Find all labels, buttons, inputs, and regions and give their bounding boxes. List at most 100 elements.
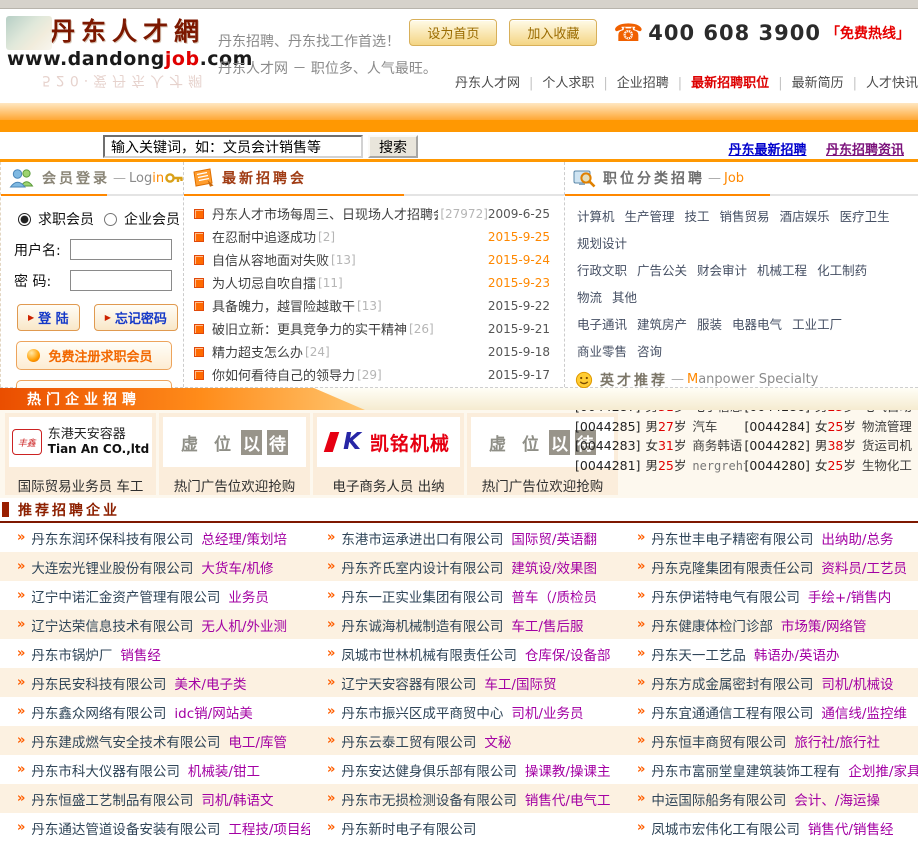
ad-tianan[interactable]: 丰鑫 东港天安容器 Tian An CO.,ltd 国际贸易业务员 车工 [5,413,156,495]
job-category-link[interactable]: 工业工厂 [792,317,842,332]
company-name[interactable]: 丹东一正实业集团有限公司 [341,586,503,606]
company-name[interactable]: 丹东宜通通信工程有限公司 [651,702,813,722]
jobfair-item[interactable]: 具备魄力，越冒险越敢干 [13] 2015-9-22 [194,294,556,317]
jobfair-item-title[interactable]: 精力超支怎么办 [212,342,303,361]
company-name[interactable]: 丹东市富丽堂皇建筑装饰工程有 [651,760,840,780]
add-favorite-button[interactable]: 加入收藏 [509,19,598,46]
jobseeker-radio-label[interactable]: 求职会员 [38,209,94,229]
talent-entry[interactable]: [0044283] 女31岁 商务韩语 [575,436,745,456]
nav-item[interactable]: 人才快讯 [844,72,918,91]
ad-vacant-caption[interactable]: 热门广告位欢迎抢购 [471,475,614,495]
company-row[interactable]: 丹东方成金属密封有限公司 司机/机械设 [620,668,918,697]
job-category-link[interactable]: 规划设计 [577,236,627,251]
job-category-link[interactable]: 建筑房产 [637,317,687,332]
job-category-link[interactable]: 计算机 [577,209,615,224]
company-jobs[interactable]: 手绘+/销售内 [808,586,891,606]
jobseeker-radio[interactable] [18,212,31,226]
job-category-link[interactable]: 化工制药 [817,263,867,278]
company-jobs[interactable]: 市场策/网络管 [781,615,867,635]
company-jobs[interactable]: 旅行社/旅行社 [794,731,880,751]
company-jobs[interactable]: 建筑设/效果图 [511,557,597,577]
job-category-link[interactable]: 生产管理 [625,209,675,224]
ad-tianan-caption[interactable]: 国际贸易业务员 车工 [9,475,152,495]
company-jobs[interactable]: 总经理/策划培 [201,528,287,548]
register-jobseeker-button[interactable]: 免费注册求职会员 [15,341,172,370]
link-job-news[interactable]: 丹东招聘资讯 [826,143,904,158]
company-jobs[interactable]: 韩语办/英语办 [754,644,840,664]
company-row[interactable]: 丹东市富丽堂皇建筑装饰工程有 企划推/家具保 [620,755,918,784]
company-jobs[interactable]: idc销/网站美 [174,702,252,722]
company-row[interactable]: 丹东诚海机械制造有限公司 车工/售后服 [310,610,620,639]
company-row[interactable]: 丹东鑫众网络有限公司 idc销/网站美 [0,697,310,726]
company-jobs[interactable]: 销售代/电气工 [525,789,611,809]
nav-item[interactable]: 最新招聘职位 [669,72,769,91]
company-row[interactable]: 大连宏光锂业股份有限公司 大货车/机修 [0,552,310,581]
login-button[interactable]: 登 陆 [17,304,80,331]
company-row[interactable]: 丹东建成燃气安全技术有限公司 电工/库管 [0,726,310,755]
jobfair-item-title[interactable]: 你如何看待自己的领导力 [212,365,355,384]
company-name[interactable]: 丹东安达健身俱乐部有限公司 [341,760,517,780]
company-row[interactable]: 丹东恒丰商贸有限公司 旅行社/旅行社 [620,726,918,755]
company-row[interactable]: 丹东健康体检门诊部 市场策/网络管 [620,610,918,639]
company-name[interactable]: 丹东东润环保科技有限公司 [31,528,193,548]
company-name[interactable]: 大连宏光锂业股份有限公司 [31,557,193,577]
company-name[interactable]: 丹东齐氏室内设计有限公司 [341,557,503,577]
company-row[interactable]: 丹东安达健身俱乐部有限公司 操课教/操课主 [310,755,620,784]
company-jobs[interactable]: 国际贸/英语翻 [511,528,597,548]
company-jobs[interactable]: 美术/电子类 [174,673,246,693]
company-row[interactable]: 丹东市振兴区成平商贸中心 司机/业务员 [310,697,620,726]
jobfair-item[interactable]: 自信从容地面对失败 [13] 2015-9-24 [194,248,556,271]
company-name[interactable]: 东港市运承进出口有限公司 [341,528,503,548]
company-name[interactable]: 凤城市世林机械有限责任公司 [341,644,517,664]
job-category-link[interactable]: 财会审计 [697,263,747,278]
company-name[interactable]: 丹东诚海机械制造有限公司 [341,615,503,635]
job-category-link[interactable]: 行政文职 [577,263,627,278]
jobfair-item-title[interactable]: 具备魄力，越冒险越敢干 [212,296,355,315]
company-row[interactable]: 丹东克隆集团有限责任公司 资料员/工艺员 [620,552,918,581]
company-jobs[interactable]: 文秘 [484,731,511,751]
ad-kaiming-caption[interactable]: 电子商务人员 出纳 [317,475,460,495]
company-jobs[interactable]: 业务员 [228,586,269,606]
company-jobs[interactable]: 资料员/工艺员 [821,557,907,577]
job-category-link[interactable]: 咨询 [637,344,662,359]
company-jobs[interactable]: 司机/机械设 [821,673,893,693]
jobfair-item-title[interactable]: 为人切忌自吹自擂 [212,273,316,292]
ad-vacant-1[interactable]: 虚 位以待 热门广告位欢迎抢购 [159,413,310,495]
ad-vacant-caption[interactable]: 热门广告位欢迎抢购 [163,475,306,495]
company-jobs[interactable]: 车工/国际贸 [484,673,556,693]
company-jobs[interactable]: 出纳助/总务 [821,528,893,548]
job-category-link[interactable]: 其他 [612,290,637,305]
company-name[interactable]: 丹东伊诺特电气有限公司 [651,586,800,606]
company-row[interactable]: 丹东新时电子有限公司 [310,813,620,842]
company-row[interactable]: 凤城市宏伟化工有限公司 销售代/销售经 [620,813,918,842]
company-row[interactable]: 丹东民安科技有限公司 美术/电子类 [0,668,310,697]
site-logo[interactable]: 丹东人才網 www.dandongjob.com 520·爱丹东人才網 [6,12,252,91]
nav-item[interactable]: 企业招聘 [594,72,669,91]
job-category-link[interactable]: 医疗卫生 [840,209,890,224]
company-row[interactable]: 丹东东润环保科技有限公司 总经理/策划培 [0,523,310,552]
company-radio[interactable] [104,212,117,226]
set-home-button[interactable]: 设为首页 [409,19,498,46]
company-row[interactable]: 丹东宜通通信工程有限公司 通信线/监控维 [620,697,918,726]
company-name[interactable]: 丹东市无损检测设备有限公司 [341,789,517,809]
job-category-link[interactable]: 电器电气 [732,317,782,332]
company-row[interactable]: 辽宁天安容器有限公司 车工/国际贸 [310,668,620,697]
talent-entry[interactable]: [0044280] 女25岁 生物化工 [745,456,915,477]
company-row[interactable]: 丹东齐氏室内设计有限公司 建筑设/效果图 [310,552,620,581]
search-input[interactable] [103,135,363,158]
company-jobs[interactable]: 操课教/操课主 [525,760,611,780]
company-name[interactable]: 丹东克隆集团有限责任公司 [651,557,813,577]
jobfair-item[interactable]: 你如何看待自己的领导力 [29] 2015-9-17 [194,363,556,386]
jobfair-item-title[interactable]: 自信从容地面对失败 [212,250,329,269]
company-name[interactable]: 丹东鑫众网络有限公司 [31,702,166,722]
company-name[interactable]: 辽宁达荣信息技术有限公司 [31,615,193,635]
job-category-link[interactable]: 服装 [697,317,722,332]
company-jobs[interactable]: 司机/韩语文 [201,789,273,809]
company-row[interactable]: 中运国际船务有限公司 会计、/海运操 [620,784,918,813]
jobfair-item[interactable]: 丹东人才市场每周三、日现场人才招聘会 [27972] 2009-6-25 [194,202,556,225]
company-name[interactable]: 辽宁中诺汇金资产管理有限公司 [31,586,220,606]
company-jobs[interactable]: 普车（/质检员 [511,586,597,606]
company-row[interactable]: 丹东恒盛工艺制品有限公司 司机/韩语文 [0,784,310,813]
talent-entry[interactable]: [0044282] 男38岁 货运司机 [745,436,915,456]
company-name[interactable]: 丹东建成燃气安全技术有限公司 [31,731,220,751]
